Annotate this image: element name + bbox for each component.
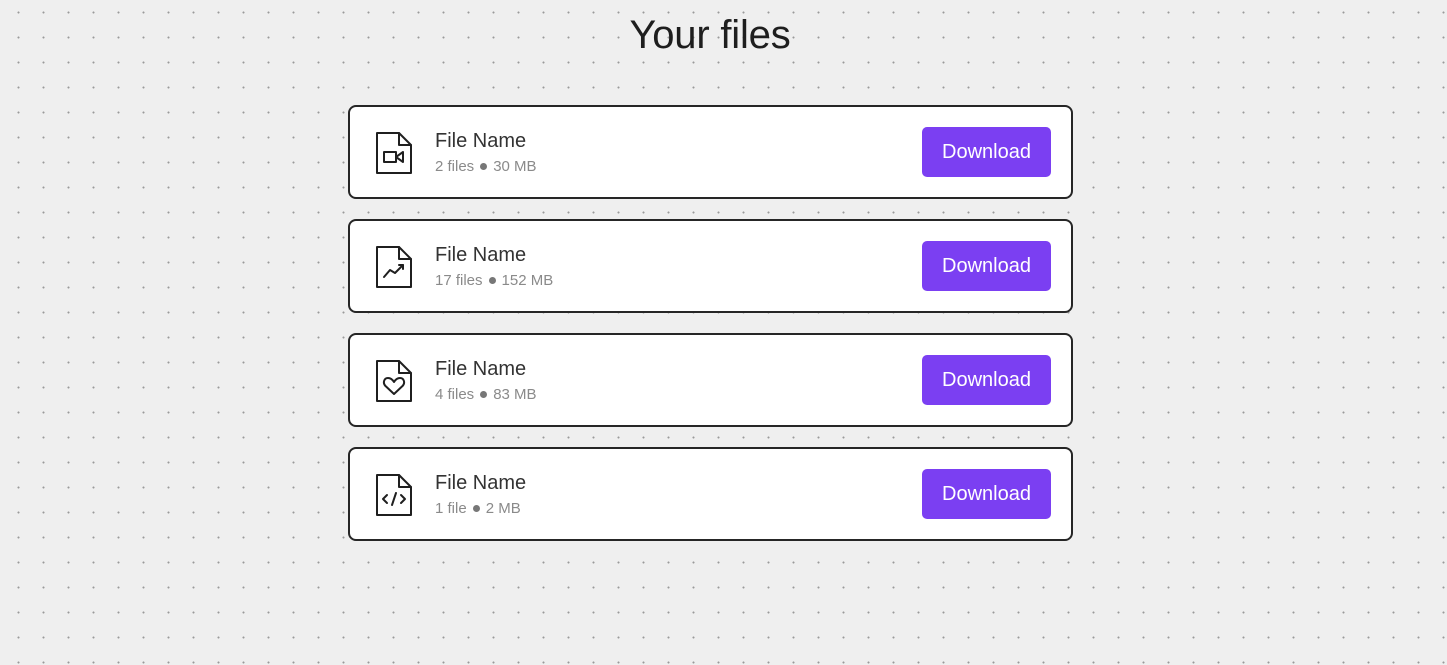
file-video-icon — [374, 131, 414, 175]
file-name: File Name — [435, 472, 527, 494]
file-size: 83 MB — [493, 386, 537, 403]
file-count: 17 files — [435, 272, 483, 289]
file-size: 30 MB — [493, 158, 537, 175]
download-button[interactable]: Download — [922, 469, 1051, 519]
file-card: File Name 4 files 83 MB Download — [348, 333, 1073, 427]
separator-dot-icon — [488, 276, 496, 284]
separator-dot-icon — [480, 162, 488, 170]
file-name: File Name — [435, 244, 527, 266]
separator-dot-icon — [472, 504, 480, 512]
file-name: File Name — [435, 130, 527, 152]
file-heart-icon — [374, 359, 414, 403]
file-list: File Name 2 files 30 MB Download File Nam… — [348, 105, 1073, 561]
file-name: File Name — [435, 358, 527, 380]
separator-dot-icon — [480, 390, 488, 398]
file-card: File Name 2 files 30 MB Download — [348, 105, 1073, 199]
download-button[interactable]: Download — [922, 355, 1051, 405]
file-count: 4 files — [435, 386, 475, 403]
file-size: 152 MB — [501, 272, 554, 289]
file-card: File Name 1 file 2 MB Download — [348, 447, 1073, 541]
download-button[interactable]: Download — [922, 127, 1051, 177]
file-code-icon — [374, 473, 414, 517]
file-meta: 17 files 152 MB — [435, 272, 553, 290]
file-count: 2 files — [435, 158, 475, 175]
page-title: Your files — [629, 13, 791, 57]
file-card: File Name 17 files 152 MB Download — [348, 219, 1073, 313]
file-size: 2 MB — [485, 500, 521, 517]
download-button[interactable]: Download — [922, 241, 1051, 291]
file-chart-icon — [374, 245, 414, 289]
file-count: 1 file — [435, 500, 467, 517]
file-meta: 1 file 2 MB — [435, 500, 521, 518]
file-meta: 2 files 30 MB — [435, 158, 537, 176]
file-meta: 4 files 83 MB — [435, 386, 537, 404]
